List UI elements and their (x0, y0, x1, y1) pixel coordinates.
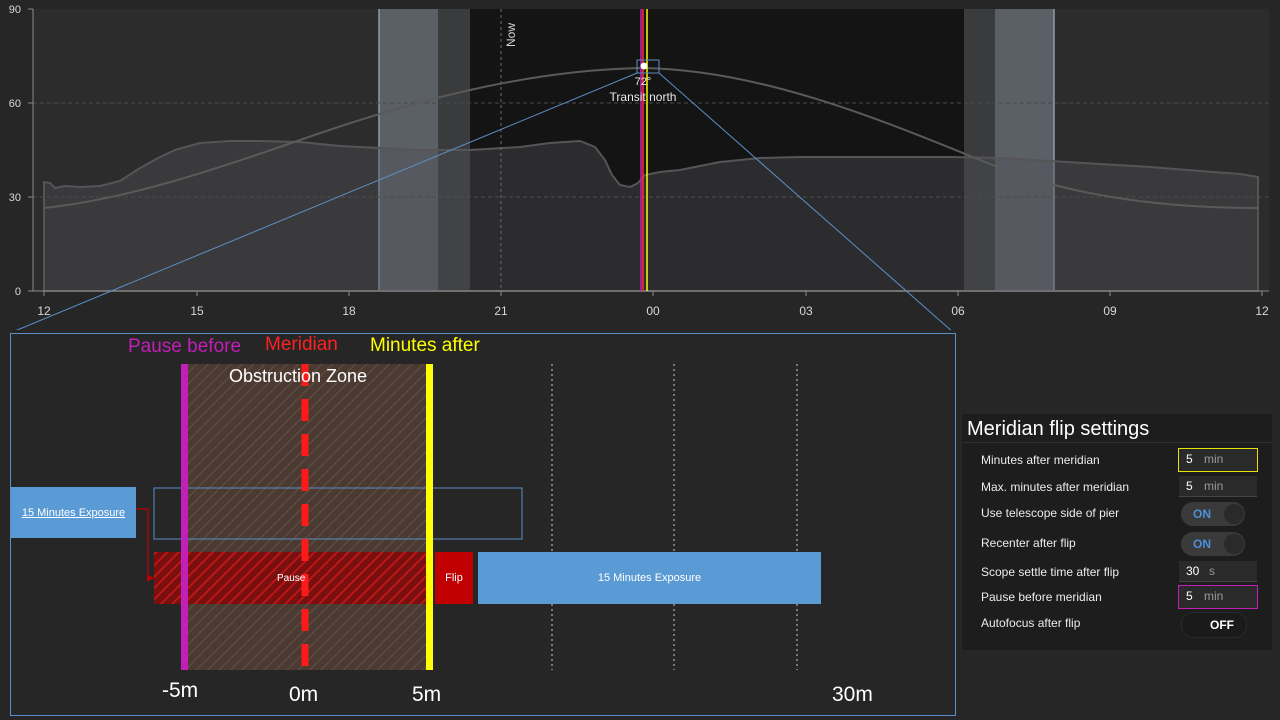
now-label: Now (504, 23, 518, 47)
transit-marker (640, 62, 648, 70)
settings-title: Meridian flip settings (967, 418, 1150, 440)
transit-altitude: 72° (635, 76, 652, 88)
obstruction-zone-label: Obstruction Zone (229, 366, 368, 386)
delay-arrow (136, 508, 155, 582)
toggle-knob (1224, 534, 1244, 554)
flip-block: Flip (435, 552, 473, 604)
y-tick-label: 0 (15, 286, 21, 298)
input-value: 5 (1186, 452, 1193, 466)
max-minutes-after-meridian-input[interactable]: 5 min (1179, 476, 1257, 497)
time-label-5: 5m (412, 683, 442, 706)
input-value: 5 (1186, 479, 1193, 493)
toggle-state: OFF (1210, 618, 1234, 632)
y-tick-label: 60 (9, 98, 21, 110)
time-label-0: 0m (289, 683, 319, 706)
recenter-after-flip-toggle[interactable]: ON (1181, 532, 1245, 556)
use-side-of-pier-toggle[interactable]: ON (1181, 502, 1245, 526)
setting-label: Minutes after meridian (981, 453, 1100, 467)
meridian-flip-settings-panel: Meridian flip settings Minutes after mer… (962, 414, 1272, 650)
scope-settle-time-input[interactable]: 30 s (1179, 561, 1257, 582)
pause-before-bar (181, 364, 188, 670)
input-value: 30 (1186, 564, 1200, 578)
settings-divider (962, 442, 1272, 443)
input-unit: min (1204, 589, 1224, 603)
toggle-state: ON (1193, 507, 1211, 521)
transit-label: Transit north (610, 90, 677, 104)
setting-label: Use telescope side of pier (981, 506, 1120, 520)
input-unit: min (1204, 479, 1224, 493)
setting-label: Autofocus after flip (981, 616, 1081, 630)
setting-autofocus-after-flip: Autofocus after flip OFF (962, 612, 1272, 638)
setting-use-side-of-pier: Use telescope side of pier ON (962, 502, 1272, 526)
minutes-after-heading: Minutes after (370, 335, 480, 356)
setting-label: Scope settle time after flip (981, 565, 1120, 579)
x-tick-label: 03 (799, 304, 813, 318)
exposure-after-block: 15 Minutes Exposure (478, 552, 821, 604)
x-tick-label: 18 (342, 304, 356, 318)
setting-minutes-after-meridian: Minutes after meridian 5 min (962, 448, 1272, 473)
x-tick-label: 09 (1103, 304, 1117, 318)
setting-max-minutes-after-meridian: Max. minutes after meridian 5 min (962, 476, 1272, 500)
flip-label: Flip (445, 572, 463, 584)
autofocus-after-flip-toggle[interactable]: OFF (1181, 612, 1247, 638)
x-tick-label: 12 (37, 304, 51, 318)
pause-before-heading: Pause before (128, 336, 242, 357)
setting-label: Pause before meridian (981, 590, 1102, 604)
x-tick-label: 00 (646, 304, 660, 318)
time-label-minus5: -5m (162, 679, 199, 702)
exposure-after-label: 15 Minutes Exposure (597, 572, 702, 584)
setting-label: Recenter after flip (981, 536, 1076, 550)
y-tick-label: 90 (9, 4, 21, 16)
setting-scope-settle-time: Scope settle time after flip 30 s (962, 561, 1272, 585)
exposure-before-label: 15 Minutes Exposure (21, 506, 126, 519)
x-tick-label: 21 (494, 304, 508, 318)
x-tick-label: 15 (190, 304, 204, 318)
meridian-heading: Meridian (265, 334, 338, 355)
input-unit: s (1209, 564, 1215, 578)
input-value: 5 (1186, 589, 1193, 603)
pause-label: Pause (277, 573, 306, 584)
minutes-after-bar (426, 364, 433, 670)
toggle-knob (1224, 504, 1244, 524)
meridian-flip-diagram: Pause before Meridian Minutes after Obst… (10, 333, 956, 716)
altitude-chart: 90 60 30 0 12 15 18 21 00 03 06 09 12 No… (0, 0, 1280, 330)
time-label-30: 30m (832, 683, 873, 706)
toggle-state: ON (1193, 537, 1211, 551)
setting-recenter-after-flip: Recenter after flip ON (962, 532, 1272, 556)
setting-label: Max. minutes after meridian (981, 480, 1130, 494)
exposure-before-block: 15 Minutes Exposure (11, 487, 136, 538)
pause-before-meridian-input[interactable]: 5 min (1178, 585, 1258, 609)
minutes-after-meridian-input[interactable]: 5 min (1178, 448, 1258, 472)
setting-pause-before-meridian: Pause before meridian 5 min (962, 585, 1272, 610)
input-unit: min (1204, 452, 1224, 466)
x-tick-label: 12 (1255, 304, 1269, 318)
x-tick-label: 06 (951, 304, 965, 318)
y-tick-label: 30 (9, 192, 21, 204)
